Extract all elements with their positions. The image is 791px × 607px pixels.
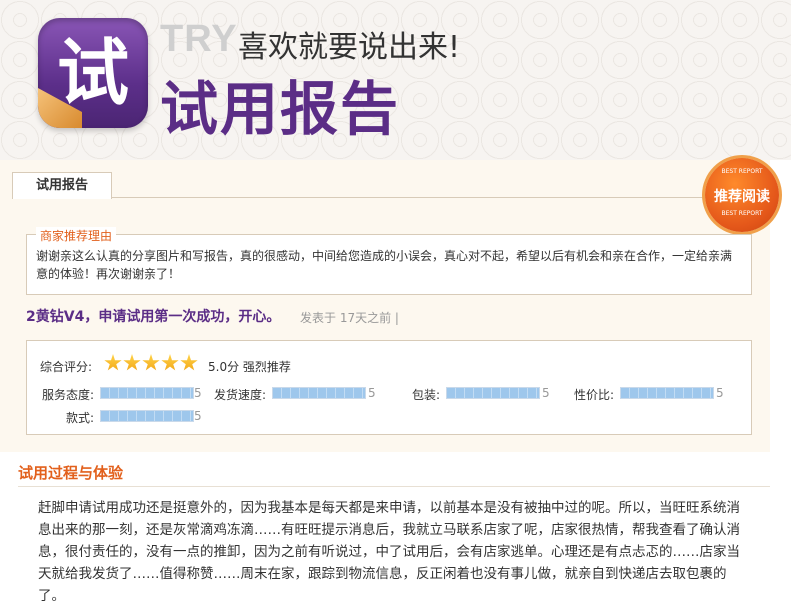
metric-bar (272, 387, 366, 399)
badge-main-text: 推荐阅读 (714, 189, 770, 205)
star-icon (123, 354, 141, 371)
overall-score: 5.0分 强烈推荐 (208, 360, 291, 374)
metric-label: 包装: (411, 388, 440, 402)
metric-bar (100, 387, 194, 399)
star-icon (161, 354, 179, 371)
tab-report[interactable]: 试用报告 (12, 172, 112, 199)
metric-value: 5 (368, 386, 376, 400)
metric-value: 5 (716, 386, 724, 400)
metric-bar (620, 387, 714, 399)
metric-label: 性价比: (573, 388, 614, 402)
overall-rating-label: 综合评分: (40, 360, 93, 374)
tab-divider (12, 197, 768, 198)
report-headline[interactable]: 2黄钻V4，申请试用第一次成功，开心。 (26, 306, 280, 326)
star-icon (180, 354, 198, 371)
logo-char: 试 (56, 31, 129, 115)
star-icon (104, 354, 122, 371)
process-title: 试用过程与体验 (18, 464, 124, 482)
metric-value: 5 (194, 386, 202, 400)
metric-bar (100, 410, 194, 422)
page-title: 试用报告 (160, 75, 401, 143)
merchant-recommend-label: 商家推荐理由 (36, 227, 117, 244)
metric-label: 服务态度: (41, 388, 94, 402)
metric-bar (446, 387, 540, 399)
star-icon (142, 354, 160, 371)
process-text: 赶脚申请试用成功还是挺意外的，因为我基本是每天都是来申请，以前基本是没有被抽中过… (38, 500, 740, 604)
posted-time: 发表于 17天之前 | (300, 311, 399, 325)
metric-label: 发货速度: (213, 388, 266, 402)
star-rating (104, 354, 199, 374)
slogan: 喜欢就要说出来! (238, 30, 461, 65)
try-word: TRY (160, 18, 238, 60)
process-divider (18, 486, 770, 487)
metric-label: 款式: (65, 411, 94, 425)
recommended-read-badge: BEST REPORT 推荐阅读 BEST REPORT (705, 158, 779, 232)
badge-top-text: BEST REPORT (721, 168, 763, 175)
trial-logo-icon: 试 (38, 18, 148, 128)
badge-bottom-text: BEST REPORT (721, 210, 763, 217)
metric-value: 5 (542, 386, 550, 400)
metric-value: 5 (194, 409, 202, 423)
merchant-recommend-text: 谢谢亲这么认真的分享图片和写报告，真的很感动，中间给您造成的小误会，真心对不起，… (36, 249, 733, 281)
